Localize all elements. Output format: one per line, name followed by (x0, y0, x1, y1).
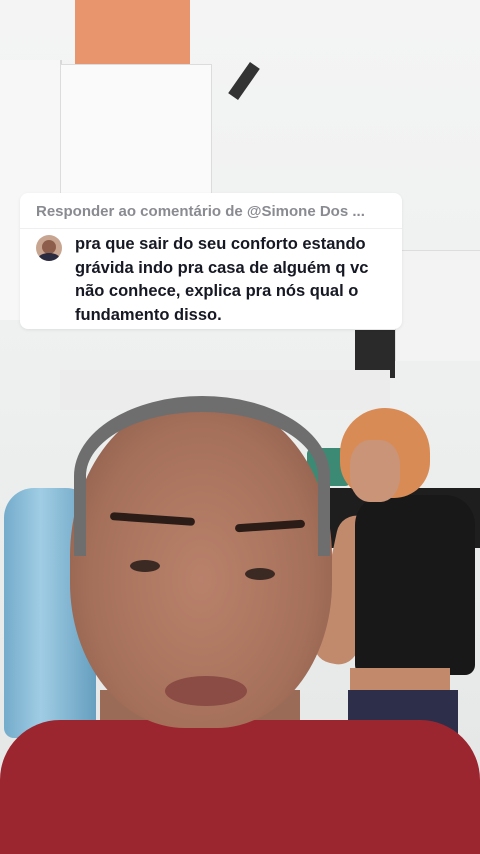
video-frame[interactable] (0, 0, 480, 854)
card-divider (20, 228, 402, 229)
speaker-mouth (165, 676, 247, 706)
avatar-face (42, 240, 56, 254)
speaker-hair (74, 396, 330, 556)
speaker-shirt (0, 720, 480, 854)
wall-tile (395, 250, 480, 361)
commenter-avatar[interactable] (36, 235, 62, 261)
reply-header: Responder ao comentário de @Simone Dos .… (36, 203, 365, 220)
avatar-body (38, 253, 60, 261)
reply-comment-card[interactable]: Responder ao comentário de @Simone Dos .… (20, 193, 402, 329)
background-person-top (355, 495, 475, 675)
right-eye (245, 568, 275, 580)
left-eye (130, 560, 160, 572)
background-person-face (350, 440, 400, 502)
comment-text: pra que sair do seu conforto estando grá… (75, 235, 369, 324)
upper-cabinet (60, 64, 212, 196)
